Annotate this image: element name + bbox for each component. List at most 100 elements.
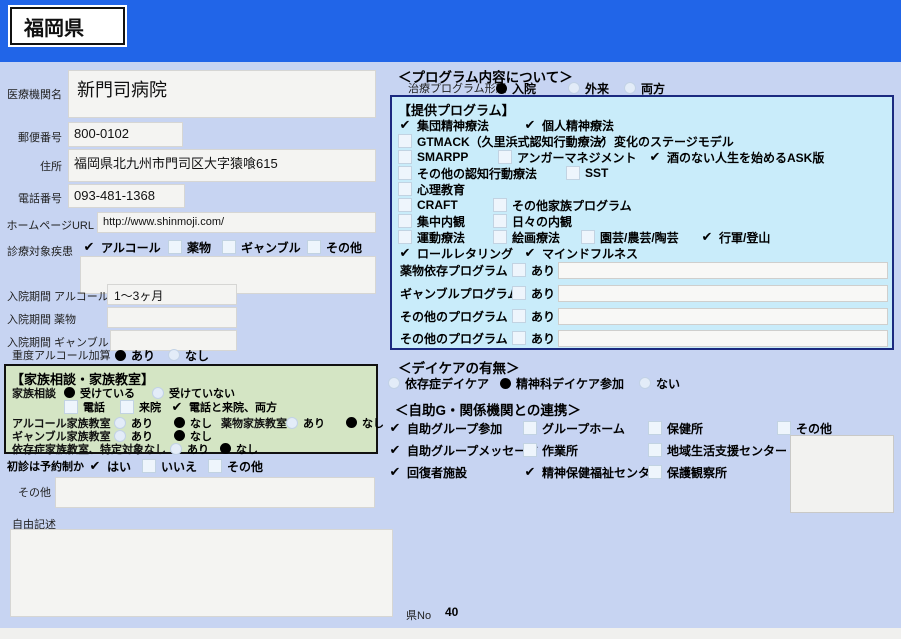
checkbox[interactable] <box>398 166 412 180</box>
method-option-visit[interactable]: 来院 <box>120 399 170 415</box>
phone-field[interactable]: 093-481-1368 <box>68 184 185 208</box>
drug-class-ari[interactable]: あり <box>286 415 346 431</box>
checkbox[interactable] <box>398 150 412 164</box>
coop-community-support[interactable]: 地域生活支援センター <box>648 442 787 459</box>
checkbox[interactable] <box>398 214 412 228</box>
other-program-ari-1[interactable]: あり <box>512 308 558 325</box>
coop-health-center[interactable]: 保健所 <box>648 420 777 437</box>
radio[interactable] <box>346 417 357 428</box>
other-program-field-2[interactable] <box>558 329 888 347</box>
mode-option-outpatient[interactable]: 外来 <box>568 80 624 97</box>
checkbox[interactable] <box>648 443 662 457</box>
checkbox[interactable] <box>648 421 662 435</box>
program-art-therapy[interactable]: 絵画療法 <box>493 229 581 246</box>
daycare-option-addiction[interactable]: 依存症デイケア <box>388 375 500 392</box>
daycare-option-psychiatric[interactable]: 精神科デイケア参加 <box>500 375 639 392</box>
program-sst[interactable]: SST <box>566 166 608 180</box>
radio[interactable] <box>152 386 164 399</box>
gamble-program-field[interactable] <box>558 284 888 302</box>
checkbox[interactable] <box>307 240 321 254</box>
coop-recovery-facility[interactable]: 回復者施設 <box>388 464 523 481</box>
checkbox[interactable] <box>168 240 182 254</box>
checkbox[interactable] <box>648 150 662 164</box>
program-group-psychotherapy[interactable]: 集団精神療法 <box>398 117 523 134</box>
coop-other-note-field[interactable] <box>790 435 894 513</box>
disease-option-drug[interactable]: 薬物 <box>168 239 222 256</box>
coop-probation-office[interactable]: 保護観察所 <box>648 464 727 481</box>
facility-name-field[interactable]: 新門司病院 <box>68 70 376 118</box>
nonspecific-class-ari[interactable]: あり <box>170 441 220 457</box>
postal-field[interactable]: 800-0102 <box>68 122 183 147</box>
mode-option-both[interactable]: 両方 <box>624 80 665 97</box>
program-gardening[interactable]: 園芸/農芸/陶芸 <box>581 229 700 246</box>
severe-option-nashi[interactable]: なし <box>168 347 209 364</box>
first-visit-yes[interactable]: はい <box>88 458 142 475</box>
radio[interactable] <box>496 82 507 94</box>
drug-program-ari[interactable]: あり <box>512 262 558 279</box>
checkbox[interactable] <box>398 134 412 148</box>
radio[interactable] <box>220 443 231 454</box>
checkbox[interactable] <box>170 400 184 414</box>
other-program-field-1[interactable] <box>558 307 888 325</box>
checkbox[interactable] <box>700 230 714 244</box>
coop-workshop[interactable]: 作業所 <box>523 442 648 459</box>
program-smarpp[interactable]: SMARPP <box>398 150 498 164</box>
checkbox[interactable] <box>523 246 537 260</box>
coop-grouphome[interactable]: グループホーム <box>523 420 648 437</box>
checkbox[interactable] <box>777 421 791 435</box>
radio[interactable] <box>500 377 511 389</box>
radio[interactable] <box>170 442 182 455</box>
program-exercise-therapy[interactable]: 運動療法 <box>398 229 493 246</box>
checkbox[interactable] <box>581 230 595 244</box>
checkbox[interactable] <box>64 399 78 414</box>
program-other-family[interactable]: その他家族プログラム <box>493 197 632 214</box>
method-option-phone[interactable]: 電話 <box>64 399 120 415</box>
checkbox[interactable] <box>523 465 537 479</box>
program-role-lettering[interactable]: ロールレタリング <box>398 245 523 262</box>
checkbox[interactable] <box>398 198 412 212</box>
checkbox[interactable] <box>523 421 537 435</box>
radio[interactable] <box>115 349 126 361</box>
program-hiking[interactable]: 行軍/登山 <box>700 229 770 246</box>
checkbox[interactable] <box>493 230 507 244</box>
disease-option-gamble[interactable]: ギャンブル <box>222 239 307 256</box>
address-field[interactable]: 福岡県北九州市門司区大字猿喰615 <box>68 149 376 182</box>
other-program-ari-2[interactable]: あり <box>512 330 558 347</box>
program-mindfulness[interactable]: マインドフルネス <box>523 245 638 262</box>
gamble-program-ari[interactable]: あり <box>512 285 558 302</box>
checkbox[interactable] <box>498 150 512 164</box>
radio[interactable] <box>639 377 651 389</box>
checkbox[interactable] <box>493 214 507 228</box>
checkbox[interactable] <box>523 118 537 132</box>
checkbox[interactable] <box>82 240 96 254</box>
checkbox[interactable] <box>88 459 102 473</box>
program-anger-management[interactable]: アンガーマネジメント <box>498 149 648 166</box>
checkbox[interactable] <box>512 331 526 345</box>
program-psychoeducation[interactable]: 心理教育 <box>398 181 465 198</box>
radio[interactable] <box>568 82 580 94</box>
coop-selfhelp-message[interactable]: 自助グループメッセージ <box>388 442 538 459</box>
checkbox[interactable] <box>512 263 526 277</box>
coop-mental-health-center[interactable]: 精神保健福祉センター <box>523 464 662 481</box>
program-stage-model[interactable]: 変化のステージモデル <box>595 133 734 150</box>
program-craft[interactable]: CRAFT <box>398 198 493 212</box>
coop-selfhelp-join[interactable]: 自助グループ参加 <box>388 420 523 437</box>
program-daily-naikan[interactable]: 日々の内観 <box>493 213 572 230</box>
checkbox[interactable] <box>388 443 402 457</box>
radio[interactable] <box>168 349 180 361</box>
checkbox[interactable] <box>493 198 507 212</box>
checkbox[interactable] <box>595 134 609 148</box>
radio[interactable] <box>64 387 75 398</box>
checkbox[interactable] <box>208 459 222 473</box>
daycare-option-none[interactable]: ない <box>639 375 680 392</box>
drug-class-nashi[interactable]: なし <box>346 415 384 431</box>
first-visit-other[interactable]: その他 <box>208 458 263 475</box>
checkbox[interactable] <box>398 182 412 196</box>
radio[interactable] <box>174 417 185 428</box>
program-other-cbt[interactable]: その他の認知行動療法 <box>398 165 566 182</box>
free-text-area[interactable] <box>10 529 393 617</box>
radio[interactable] <box>624 82 636 94</box>
program-ask-version[interactable]: 酒のない人生を始めるASK版 <box>648 149 824 166</box>
program-individual-psychotherapy[interactable]: 個人精神療法 <box>523 117 614 134</box>
radio[interactable] <box>174 430 185 441</box>
